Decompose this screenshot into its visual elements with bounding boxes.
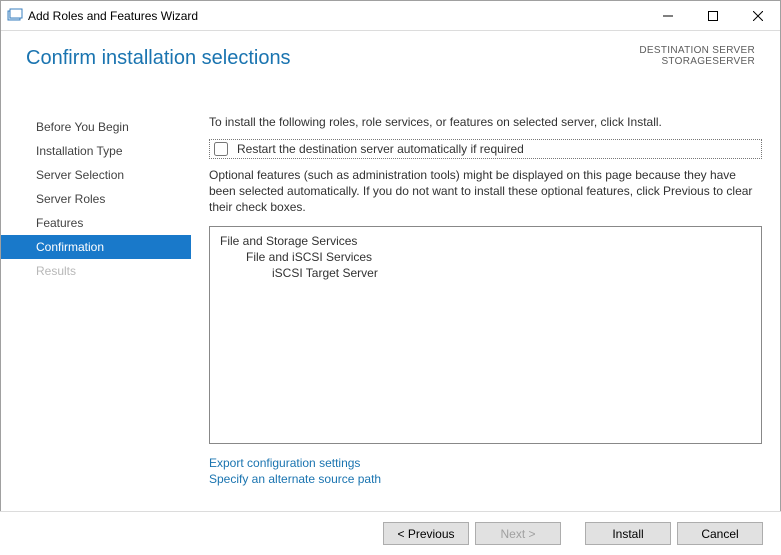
intro-text: To install the following roles, role ser… — [209, 115, 762, 129]
feature-item: iSCSI Target Server — [220, 266, 751, 280]
sidebar-item-server-roles[interactable]: Server Roles — [1, 187, 191, 211]
links-row: Export configuration settings Specify an… — [209, 456, 762, 486]
install-button[interactable]: Install — [585, 522, 671, 545]
alternate-source-link[interactable]: Specify an alternate source path — [209, 472, 762, 486]
maximize-button[interactable] — [690, 1, 735, 30]
sidebar-item-before-you-begin[interactable]: Before You Begin — [1, 115, 191, 139]
wizard-app-icon — [7, 8, 23, 24]
close-button[interactable] — [735, 1, 780, 30]
restart-checkbox-label[interactable]: Restart the destination server automatic… — [237, 142, 524, 156]
minimize-button[interactable] — [645, 1, 690, 30]
previous-button[interactable]: < Previous — [383, 522, 469, 545]
sidebar-item-installation-type[interactable]: Installation Type — [1, 139, 191, 163]
window-controls — [645, 1, 780, 30]
feature-item: File and iSCSI Services — [220, 250, 751, 264]
next-button: Next > — [475, 522, 561, 545]
header: Confirm installation selections DESTINAT… — [1, 31, 780, 103]
feature-item: File and Storage Services — [220, 234, 751, 248]
features-list: File and Storage Services File and iSCSI… — [209, 226, 762, 444]
sidebar-item-server-selection[interactable]: Server Selection — [1, 163, 191, 187]
titlebar: Add Roles and Features Wizard — [1, 1, 780, 31]
window-title: Add Roles and Features Wizard — [28, 9, 645, 23]
destination-box: DESTINATION SERVER STORAGESERVER — [639, 45, 755, 67]
sidebar-item-features[interactable]: Features — [1, 211, 191, 235]
footer: < Previous Next > Install Cancel — [0, 511, 781, 555]
sidebar-item-results: Results — [1, 259, 191, 283]
sidebar-item-confirmation[interactable]: Confirmation — [1, 235, 191, 259]
cancel-button[interactable]: Cancel — [677, 522, 763, 545]
destination-server: STORAGESERVER — [639, 56, 755, 67]
wizard-sidebar: Before You Begin Installation Type Serve… — [1, 103, 191, 488]
optional-features-text: Optional features (such as administratio… — [209, 167, 762, 216]
destination-label: DESTINATION SERVER — [639, 45, 755, 56]
restart-row: Restart the destination server automatic… — [209, 139, 762, 159]
restart-checkbox[interactable] — [214, 142, 228, 156]
main-content: To install the following roles, role ser… — [191, 103, 762, 488]
export-config-link[interactable]: Export configuration settings — [209, 456, 762, 470]
